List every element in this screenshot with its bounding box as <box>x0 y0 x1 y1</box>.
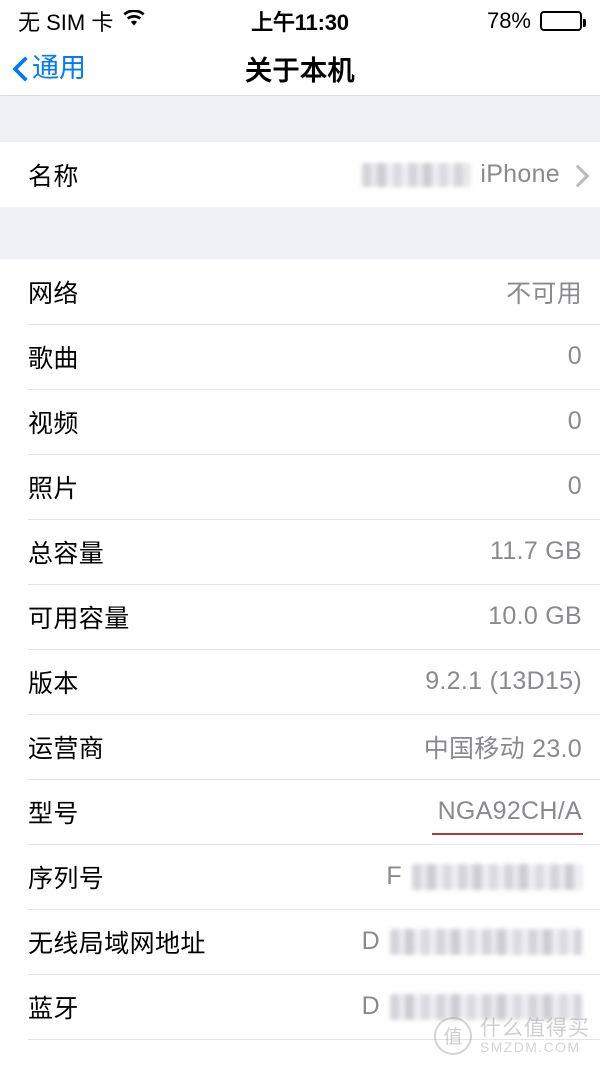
row-videos: 视频 0 <box>0 389 600 454</box>
row-label: 名称 <box>28 162 79 191</box>
settings-group-info: 网络 不可用 歌曲 0 视频 0 照片 0 总容量 11.7 GB 可用容量 1… <box>0 259 600 1040</box>
row-wifi-address: 无线局域网地址 D <box>0 909 600 974</box>
row-value: 0 <box>567 472 582 500</box>
redacted-name-block <box>362 162 471 187</box>
row-label: 无线局域网地址 <box>28 929 206 958</box>
row-label: 型号 <box>28 799 79 828</box>
status-bar-right: 78% <box>486 8 586 34</box>
row-available-capacity: 可用容量 10.0 GB <box>0 584 600 649</box>
navigation-bar: 通用 关于本机 <box>0 42 600 95</box>
bluetooth-prefix: D <box>361 992 380 1020</box>
status-bar: 无 SIM 卡 上午11:30 78% <box>0 0 600 42</box>
iphone-screen: 无 SIM 卡 上午11:30 78% 通用 关于本机 名称 iPhone 网络… <box>0 0 600 1067</box>
wifi-address-prefix: D <box>361 927 380 955</box>
page-title: 关于本机 <box>245 56 355 86</box>
row-label: 网络 <box>28 279 79 308</box>
row-label: 照片 <box>28 474 79 503</box>
chevron-right-icon <box>570 165 582 185</box>
row-value: F <box>386 862 582 891</box>
redacted-wifi-address-block <box>390 928 582 955</box>
row-photos: 照片 0 <box>0 454 600 519</box>
row-serial-number: 序列号 F <box>0 844 600 909</box>
serial-prefix: F <box>386 862 402 890</box>
row-label: 版本 <box>28 669 79 698</box>
row-version: 版本 9.2.1 (13D15) <box>0 649 600 714</box>
row-network: 网络 不可用 <box>0 259 600 324</box>
row-value: 10.0 GB <box>488 602 582 630</box>
section-gap-middle <box>0 207 600 259</box>
row-label: 总容量 <box>28 539 105 568</box>
status-bar-left: 无 SIM 卡 <box>18 5 146 37</box>
chevron-left-icon <box>14 57 28 81</box>
row-value: 0 <box>567 342 582 370</box>
row-label: 运营商 <box>28 734 105 763</box>
row-label: 序列号 <box>28 864 105 893</box>
row-value: 9.2.1 (13D15) <box>425 667 582 695</box>
battery-percent-label: 78% <box>486 8 531 33</box>
row-label: 蓝牙 <box>28 994 79 1023</box>
row-label: 视频 <box>28 409 79 438</box>
row-value: D <box>362 927 582 956</box>
row-value: iPhone <box>362 160 582 189</box>
row-total-capacity: 总容量 11.7 GB <box>0 519 600 584</box>
clock-label: 上午11:30 <box>251 10 349 35</box>
wifi-icon <box>122 8 146 34</box>
redacted-bluetooth-block <box>390 993 582 1020</box>
device-name-suffix: iPhone <box>480 160 560 188</box>
row-carrier: 运营商 中国移动 23.0 <box>0 714 600 779</box>
redacted-serial-block <box>412 863 582 890</box>
row-value: 11.7 GB <box>490 537 582 565</box>
row-label: 歌曲 <box>28 344 79 373</box>
row-value: 0 <box>567 407 582 435</box>
row-device-name[interactable]: 名称 iPhone <box>0 142 600 207</box>
row-bluetooth: 蓝牙 D <box>0 974 600 1039</box>
battery-icon <box>540 11 586 31</box>
row-value: 不可用 <box>506 279 582 308</box>
watermark-line-2: SMZDM.COM <box>480 1038 581 1055</box>
back-button[interactable]: 通用 <box>14 55 86 82</box>
section-gap-top <box>0 95 600 142</box>
settings-group-name: 名称 iPhone <box>0 142 600 207</box>
group-bottom-separator <box>28 1039 600 1040</box>
row-label: 可用容量 <box>28 604 130 633</box>
row-value: D <box>362 992 582 1021</box>
row-value-model: NGA92CH/A <box>431 797 584 835</box>
back-button-label: 通用 <box>32 53 86 83</box>
row-model: 型号 NGA92CH/A <box>0 779 600 844</box>
carrier-label: 无 SIM 卡 <box>18 10 114 35</box>
row-songs: 歌曲 0 <box>0 324 600 389</box>
row-value: 中国移动 23.0 <box>423 734 582 763</box>
